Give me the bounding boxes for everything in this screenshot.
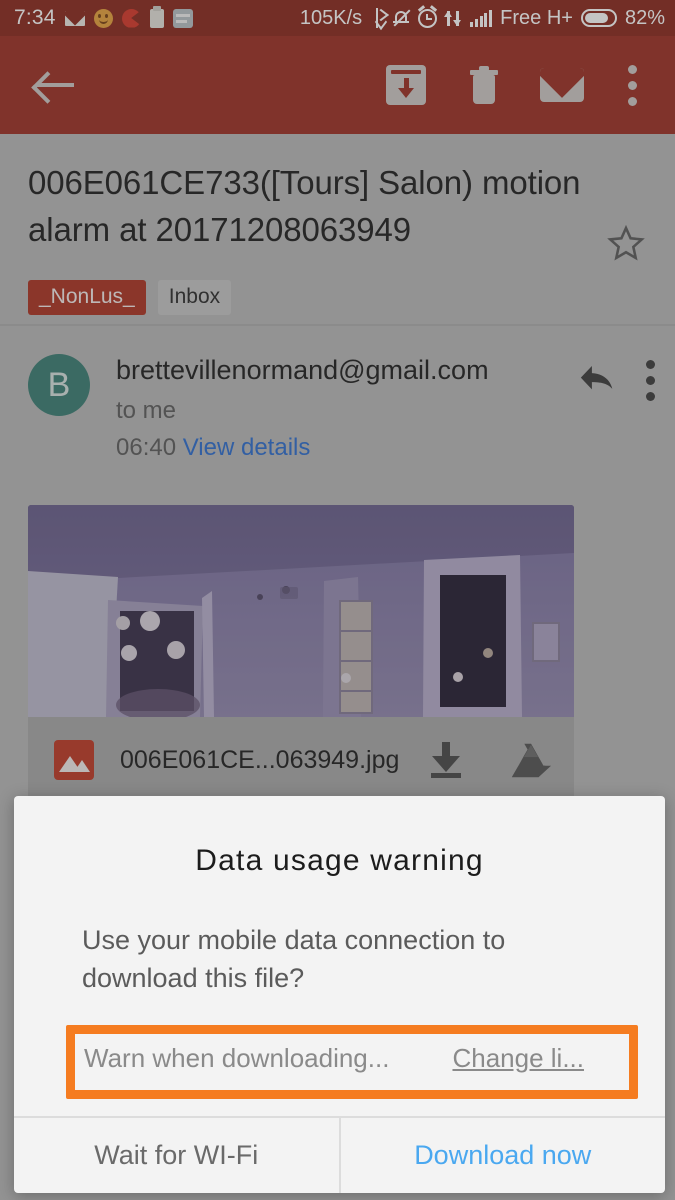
- data-usage-warning-dialog: Data usage warning Use your mobile data …: [14, 796, 665, 1193]
- change-limit-link[interactable]: Change li...: [452, 1043, 584, 1074]
- download-now-button[interactable]: Download now: [341, 1118, 666, 1193]
- dialog-title: Data usage warning: [195, 844, 484, 877]
- dialog-buttons: Wait for WI-Fi Download now: [14, 1117, 666, 1193]
- warn-preference-row[interactable]: Warn when downloading... Change li...: [84, 1043, 620, 1074]
- dialog-body-text: Use your mobile data connection to downl…: [82, 925, 506, 994]
- dialog-preference-row: Warn when downloading... Change li...: [14, 1020, 665, 1112]
- warn-preference-label: Warn when downloading...: [84, 1042, 390, 1073]
- wait-for-wifi-button[interactable]: Wait for WI-Fi: [14, 1117, 341, 1193]
